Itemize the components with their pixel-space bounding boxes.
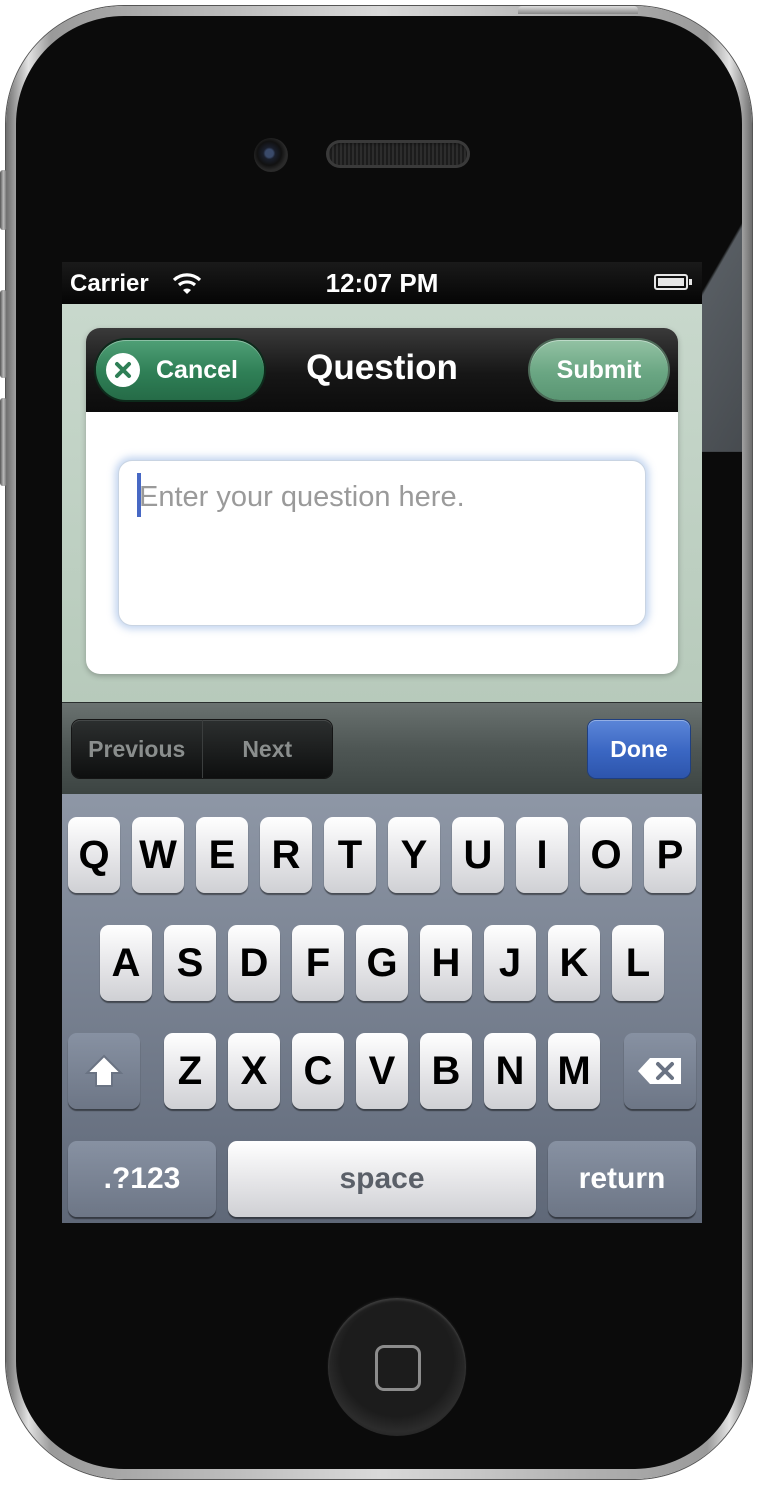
mute-switch [0,170,7,230]
question-dialog: Cancel Question Submit Enter your questi… [86,328,678,674]
shift-arrow-icon [84,1054,124,1087]
dialog-navigation-bar: Cancel Question Submit [86,328,678,412]
modal-backdrop: Cancel Question Submit Enter your questi… [62,304,702,702]
key-n[interactable]: N [484,1033,536,1109]
question-input[interactable]: Enter your question here. [118,460,646,626]
battery-icon [654,274,692,290]
key-z[interactable]: Z [164,1033,216,1109]
prev-next-control: Previous Next [72,720,332,778]
key-v[interactable]: V [356,1033,408,1109]
key-c[interactable]: C [292,1033,344,1109]
space-key[interactable]: space [228,1141,536,1217]
key-t[interactable]: T [324,817,376,893]
shift-key[interactable] [68,1033,140,1109]
key-m[interactable]: M [548,1033,600,1109]
home-square-icon [375,1345,421,1391]
next-button[interactable]: Next [201,720,333,778]
key-y[interactable]: Y [388,817,440,893]
backspace-icon [638,1058,681,1084]
status-time: 12:07 PM [325,268,439,298]
front-camera [254,138,288,172]
key-p[interactable]: P [644,817,696,893]
key-f[interactable]: F [292,925,344,1001]
home-button[interactable] [328,1298,466,1436]
done-button[interactable]: Done [588,720,690,778]
key-d[interactable]: D [228,925,280,1001]
key-r[interactable]: R [260,817,312,893]
previous-button[interactable]: Previous [72,720,202,778]
key-q[interactable]: Q [68,817,120,893]
key-x[interactable]: X [228,1033,280,1109]
submit-button[interactable]: Submit [530,340,668,400]
key-j[interactable]: J [484,925,536,1001]
screen: Carrier 12:07 PM Cancel Question Submit [62,262,702,1223]
key-e[interactable]: E [196,817,248,893]
return-key[interactable]: return [548,1141,696,1217]
earpiece-speaker [326,140,470,168]
status-bar: Carrier 12:07 PM [62,262,702,304]
key-w[interactable]: W [132,817,184,893]
question-placeholder: Enter your question here. [139,481,465,513]
volume-down-button [0,398,7,486]
key-b[interactable]: B [420,1033,472,1109]
key-k[interactable]: K [548,925,600,1001]
key-i[interactable]: I [516,817,568,893]
key-h[interactable]: H [420,925,472,1001]
key-o[interactable]: O [580,817,632,893]
key-a[interactable]: A [100,925,152,1001]
power-button [518,6,638,14]
keyboard: Q W E R T Y U I O P A S D F G H J K L Z … [62,794,702,1223]
key-l[interactable]: L [612,925,664,1001]
delete-key[interactable] [624,1033,696,1109]
form-accessory-toolbar: Previous Next Done [62,702,702,795]
key-u[interactable]: U [452,817,504,893]
volume-up-button [0,290,7,378]
numbers-key[interactable]: .?123 [68,1141,216,1217]
key-g[interactable]: G [356,925,408,1001]
key-s[interactable]: S [164,925,216,1001]
